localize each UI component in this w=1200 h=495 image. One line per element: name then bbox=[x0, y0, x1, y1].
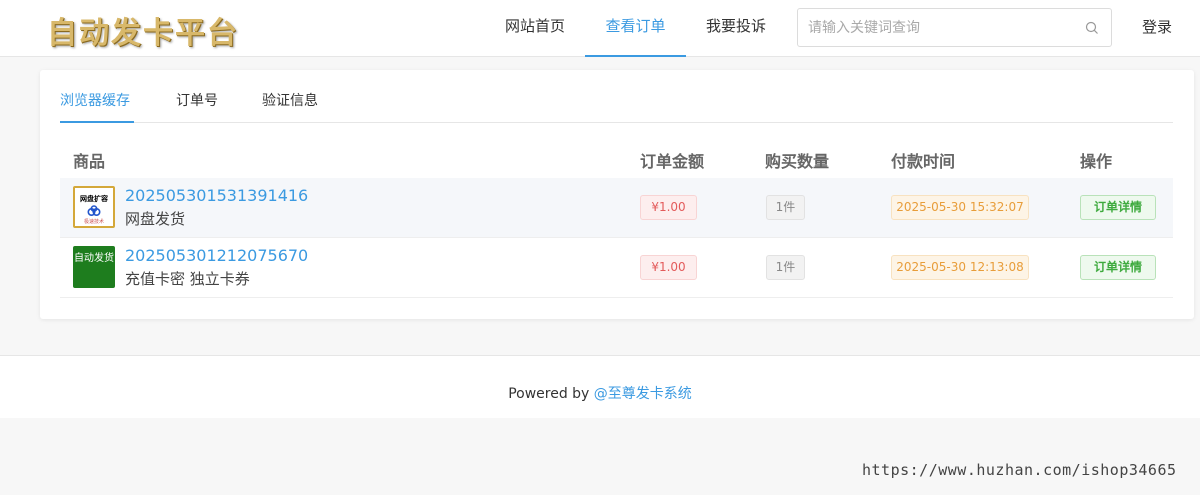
tab-browser-cache[interactable]: 浏览器缓存 bbox=[60, 90, 134, 123]
col-header-product: 商品 bbox=[73, 152, 106, 171]
thumbnail-caption: 极速技术 bbox=[83, 219, 104, 225]
tab-verify-info[interactable]: 验证信息 bbox=[262, 90, 318, 123]
order-amount-badge: ¥1.00 bbox=[640, 255, 697, 280]
order-number-link[interactable]: 202505301212075670 bbox=[125, 246, 308, 265]
tab-order-number[interactable]: 订单号 bbox=[176, 90, 218, 123]
order-detail-button[interactable]: 订单详情 bbox=[1080, 195, 1156, 220]
paid-time-badge: 2025-05-30 12:13:08 bbox=[891, 255, 1029, 280]
login-link[interactable]: 登录 bbox=[1142, 16, 1172, 37]
product-name: 充值卡密 独立卡券 bbox=[125, 270, 250, 288]
paid-time-badge: 2025-05-30 15:32:07 bbox=[891, 195, 1029, 220]
search-input[interactable] bbox=[808, 17, 1078, 39]
thumbnail-title: 网盘扩容 bbox=[80, 195, 108, 203]
source-watermark: https://www.huzhan.com/ishop34665 bbox=[862, 461, 1177, 479]
powered-by-prefix: Powered by bbox=[508, 386, 594, 402]
product-name: 网盘发货 bbox=[125, 210, 186, 228]
col-header-amount: 订单金额 bbox=[640, 152, 705, 171]
system-link[interactable]: @至尊发卡系统 bbox=[594, 386, 692, 402]
product-thumbnail: 自动发货 bbox=[73, 246, 115, 288]
nav-complaint[interactable]: 我要投诉 bbox=[706, 0, 766, 57]
nav-view-orders[interactable]: 查看订单 bbox=[585, 0, 686, 57]
page-footer: Powered by @至尊发卡系统 bbox=[0, 355, 1200, 418]
col-header-paid-time: 付款时间 bbox=[891, 152, 956, 171]
quantity-badge: 1件 bbox=[766, 255, 805, 280]
powered-by-text: Powered by @至尊发卡系统 bbox=[0, 383, 1200, 403]
order-detail-button[interactable]: 订单详情 bbox=[1080, 255, 1156, 280]
table-row: 网盘扩容 极速技术 202505301531391416 网盘发货 ¥1.00 … bbox=[60, 178, 1173, 238]
product-thumbnail: 网盘扩容 极速技术 bbox=[73, 186, 115, 228]
search-box bbox=[797, 8, 1112, 47]
col-header-action: 操作 bbox=[1080, 152, 1113, 171]
cloud-icon bbox=[87, 205, 101, 217]
order-number-link[interactable]: 202505301531391416 bbox=[125, 186, 308, 205]
table-row: 自动发货 202505301212075670 充值卡密 独立卡券 ¥1.00 … bbox=[60, 238, 1173, 298]
order-lookup-card: 浏览器缓存 订单号 验证信息 商品 订单金额 购买数量 付款时间 操作 网盘扩容… bbox=[40, 70, 1194, 319]
site-logo[interactable]: 自动发卡平台 bbox=[47, 8, 239, 52]
quantity-badge: 1件 bbox=[766, 195, 805, 220]
lookup-tabs: 浏览器缓存 订单号 验证信息 bbox=[60, 90, 1173, 123]
top-header: 自动发卡平台 网站首页 查看订单 我要投诉 登录 bbox=[0, 0, 1200, 57]
search-icon[interactable] bbox=[1085, 21, 1099, 35]
col-header-quantity: 购买数量 bbox=[765, 152, 830, 171]
nav-home[interactable]: 网站首页 bbox=[505, 0, 565, 57]
order-amount-badge: ¥1.00 bbox=[640, 195, 697, 220]
